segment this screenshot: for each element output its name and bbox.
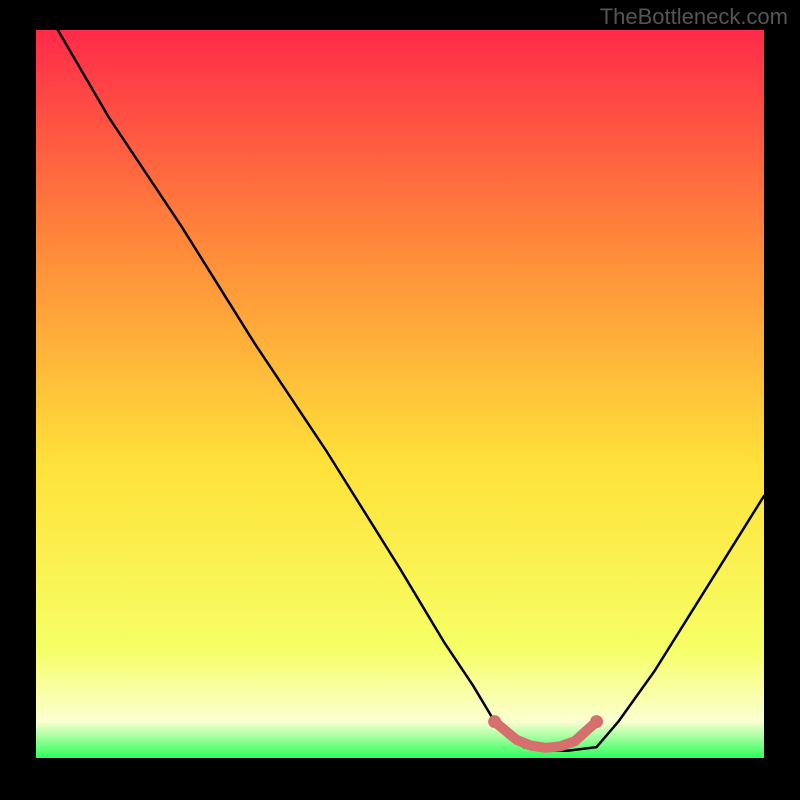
chart-stage: TheBottleneck.com — [0, 0, 800, 800]
valley-end-dot — [590, 715, 603, 728]
chart-plot-area — [36, 30, 764, 758]
gradient-background — [36, 30, 764, 758]
watermark-label: TheBottleneck.com — [600, 4, 788, 30]
valley-end-dot — [488, 715, 501, 728]
chart-svg — [36, 30, 764, 758]
